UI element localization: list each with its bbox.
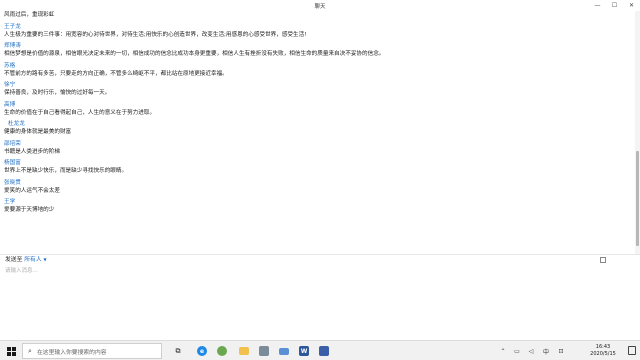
message-sender[interactable]: 王子龙: [4, 23, 634, 31]
message-text: 健康的身体就是最美的财富: [4, 129, 72, 135]
message-sender[interactable]: 王学: [4, 198, 634, 206]
send-to-label: 发送至: [5, 257, 23, 263]
word-button[interactable]: W: [296, 343, 312, 359]
scrollbar-thumb[interactable]: [636, 151, 639, 246]
chevron-down-icon[interactable]: ▼: [44, 257, 47, 262]
clock-time: 16:43: [595, 344, 611, 350]
chat-log: 风雨过后，重现彩虹 王子龙 人生极为重要的三件事：用宽容的心对待世界，对待生活;…: [0, 11, 634, 254]
volume-button[interactable]: ◁: [526, 345, 536, 357]
close-button[interactable]: ✕: [623, 0, 640, 11]
show-hidden-icons[interactable]: ⌃: [498, 345, 508, 357]
green-app-icon: [217, 346, 227, 356]
composer-divider: [0, 254, 640, 255]
search-placeholder: 在这里输入你要搜索的内容: [37, 349, 107, 356]
taskbar: ⌕ 在这里输入你要搜索的内容 ⧉ e W ⌃ ▭ ◁ 中 ⊡ 16:43 202…: [0, 340, 640, 360]
ime-button[interactable]: 中: [540, 345, 552, 357]
title-bar: 聊天 — ☐ ✕: [0, 0, 640, 11]
message-text: 世界上不是缺少快乐，而是缺少寻找快乐的眼睛。: [4, 168, 128, 174]
clock-date: 2020/5/15: [590, 351, 616, 357]
mail-button[interactable]: [276, 343, 292, 359]
message-sender[interactable]: 杨国富: [4, 159, 634, 167]
video-icon: [319, 346, 329, 356]
green-app-button[interactable]: [214, 343, 230, 359]
mail-icon: [279, 347, 289, 355]
clock[interactable]: 16:43 2020/5/15: [586, 344, 620, 358]
message-text: 风雨过后，重现彩虹: [4, 12, 55, 18]
maximize-button[interactable]: ☐: [606, 0, 623, 11]
ime-indicator: 中: [542, 348, 549, 356]
chevron-up-icon: ⌃: [500, 347, 506, 355]
message-text: 人生极为重要的三件事：用宽容的心对待世界，对待生活;用快乐的心创造世界，改变生活…: [4, 31, 307, 38]
start-button[interactable]: [4, 343, 18, 359]
network-button[interactable]: ▭: [512, 345, 522, 357]
recipient-selector[interactable]: 发送至 所有人 ▼: [5, 256, 47, 264]
image-icon: [259, 346, 269, 356]
minimize-button[interactable]: —: [589, 0, 606, 11]
recipient-value[interactable]: 所有人: [24, 257, 41, 263]
message-input[interactable]: [5, 266, 625, 276]
message-sender[interactable]: 杜龙龙: [4, 120, 634, 128]
edge-button[interactable]: e: [194, 343, 210, 359]
message-sender[interactable]: 张晓贯: [4, 179, 634, 187]
windows-icon: [6, 346, 16, 356]
message-sender[interactable]: 邵培荣: [4, 140, 634, 148]
edge-icon: e: [197, 346, 207, 356]
task-view-icon: ⧉: [175, 346, 181, 355]
window-title: 聊天: [314, 4, 326, 10]
image-viewer-button[interactable]: [256, 343, 272, 359]
network-icon: ▭: [514, 347, 520, 355]
file-explorer-button[interactable]: [236, 343, 252, 359]
message-sender[interactable]: 苏格: [4, 62, 634, 70]
message-text: 爱要源于天博地的少: [4, 207, 55, 213]
message-text: 保持善良，及时行乐，愉快的过好每一天。: [4, 90, 111, 96]
message-text: 不管前方的路有多苦，只要走的方向正确，不管多么崎岖不平，都比站在原地更接近幸福。: [4, 70, 228, 77]
message-sender[interactable]: 高博: [4, 101, 634, 109]
message-text: 爱笑的人运气不会太差: [4, 187, 60, 194]
chat-scrollbar[interactable]: [635, 11, 640, 254]
file-icon[interactable]: [600, 257, 606, 263]
search-icon: ⌕: [28, 346, 32, 355]
message-text: 生命的价值在于自己看得起自己，人生的意义在于努力进取。: [4, 109, 156, 116]
message-sender[interactable]: 郑博涛: [4, 42, 634, 50]
word-icon: W: [299, 346, 309, 356]
video-app-button[interactable]: [316, 343, 332, 359]
task-view-button[interactable]: ⧉: [170, 343, 186, 359]
message-text: 相信梦想是价值的源泉，相信眼光决定未来的一切，相信成功的信念比成功本身更重要，相…: [4, 51, 385, 57]
message-sender[interactable]: 徐宁: [4, 81, 634, 89]
volume-icon: ◁: [528, 347, 534, 355]
taskbar-search[interactable]: ⌕ 在这里输入你要搜索的内容: [22, 343, 162, 359]
input-method-icon: ⊡: [558, 347, 564, 355]
input-method-button[interactable]: ⊡: [556, 345, 566, 357]
message-text: 书籍是人类进步的阶梯: [4, 148, 60, 155]
notification-icon[interactable]: [628, 346, 636, 355]
folder-icon: [239, 347, 249, 355]
